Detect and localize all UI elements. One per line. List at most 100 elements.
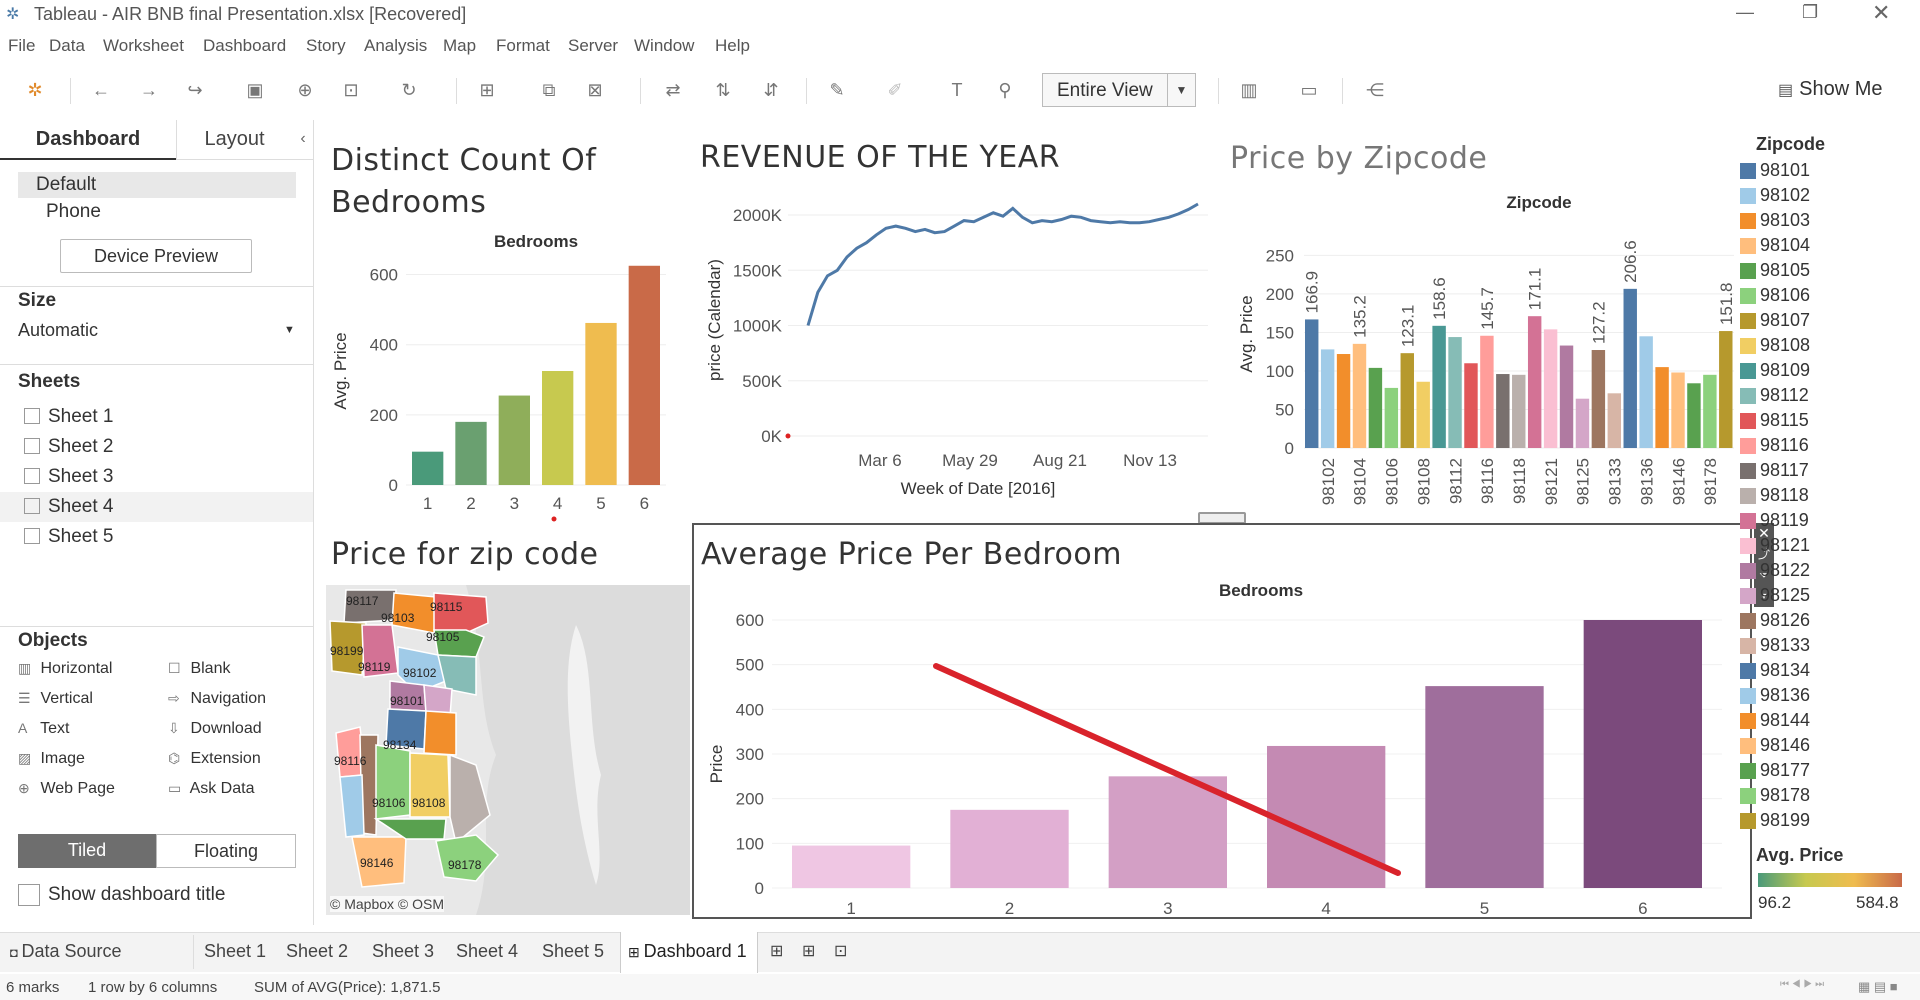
legend-item[interactable]: 98144: [1740, 710, 1810, 731]
object-navigation[interactable]: ⇨ Navigation: [168, 690, 266, 708]
group-icon[interactable]: ✐: [884, 80, 906, 101]
legend-item[interactable]: 98177: [1740, 760, 1810, 781]
floating-button[interactable]: Floating: [156, 834, 296, 868]
object-download[interactable]: ⇩ Download: [168, 720, 262, 738]
object-ask-data[interactable]: ▭ Ask Data: [168, 780, 254, 798]
menu-server[interactable]: Server: [568, 36, 618, 56]
object-web-page[interactable]: ⊕ Web Page: [18, 780, 115, 798]
minimize-button[interactable]: —: [1736, 2, 1754, 23]
tableau-icon[interactable]: ✲: [24, 80, 46, 101]
tab-sheet-5[interactable]: Sheet 5: [542, 941, 604, 962]
legend-item[interactable]: 98136: [1740, 685, 1810, 706]
undo-icon[interactable]: ←: [90, 80, 112, 101]
legend-item[interactable]: 98126: [1740, 610, 1810, 631]
presentation-mode-icon[interactable]: ▭: [1298, 80, 1320, 101]
sheet-item[interactable]: Sheet 4: [24, 496, 114, 518]
menu-help[interactable]: Help: [715, 36, 750, 56]
menu-dashboard[interactable]: Dashboard: [203, 36, 286, 56]
menu-data[interactable]: Data: [49, 36, 85, 56]
object-extension[interactable]: ⌬ Extension: [168, 750, 261, 768]
object-blank[interactable]: ☐ Blank: [168, 660, 230, 678]
tab-sheet-4[interactable]: Sheet 4: [456, 941, 518, 962]
tab-dashboard-1[interactable]: ⊞ Dashboard 1: [628, 941, 747, 962]
tab-layout[interactable]: Layout: [176, 120, 292, 160]
menu-file[interactable]: File: [8, 36, 35, 56]
new-dashboard-tab-icon[interactable]: ⊞: [802, 941, 815, 961]
legend-item[interactable]: 98122: [1740, 560, 1810, 581]
legend-item[interactable]: 98106: [1740, 285, 1810, 306]
device-phone[interactable]: Phone: [46, 201, 101, 223]
new-worksheet-icon[interactable]: ⊞: [476, 80, 498, 101]
save-icon[interactable]: ▣: [244, 80, 266, 101]
restore-button[interactable]: ❐: [1802, 2, 1818, 23]
legend-item[interactable]: 98121: [1740, 535, 1810, 556]
device-default[interactable]: Default: [18, 172, 296, 198]
highlight-icon[interactable]: ✎: [826, 80, 848, 101]
page-nav-icon[interactable]: ⏮ ◀ ▶ ⏭: [1780, 979, 1824, 990]
legend-item[interactable]: 98116: [1740, 435, 1809, 456]
tiled-button[interactable]: Tiled: [18, 834, 156, 868]
refresh-icon[interactable]: ↻: [398, 80, 420, 101]
replay-icon[interactable]: ↪: [184, 80, 206, 101]
object-image[interactable]: ▨ Image: [18, 750, 85, 768]
legend-item[interactable]: 98107: [1740, 310, 1810, 331]
size-dropdown[interactable]: Automatic ▼: [18, 320, 298, 346]
view-mode-icon[interactable]: ▦ ▤ ■: [1858, 979, 1898, 995]
legend-item[interactable]: 98133: [1740, 635, 1810, 656]
device-preview-button[interactable]: Device Preview: [60, 239, 252, 273]
sort-descending-icon[interactable]: ⇵: [760, 80, 782, 101]
legend-item[interactable]: 98102: [1740, 185, 1810, 206]
collapse-pane-icon[interactable]: ‹: [292, 120, 314, 160]
show-cards-icon[interactable]: ▥: [1238, 80, 1260, 101]
legend-item[interactable]: 98115: [1740, 410, 1809, 431]
tab-sheet-3[interactable]: Sheet 3: [372, 941, 434, 962]
pause-updates-icon[interactable]: ⊡: [340, 80, 362, 101]
menu-window[interactable]: Window: [634, 36, 694, 56]
legend-item[interactable]: 98178: [1740, 785, 1810, 806]
object-vertical[interactable]: ☰ Vertical: [18, 690, 93, 708]
sheet-item[interactable]: Sheet 1: [24, 406, 114, 428]
legend-item[interactable]: 98199: [1740, 810, 1810, 831]
share-icon[interactable]: ⋲: [1364, 80, 1386, 101]
tab-sheet-2[interactable]: Sheet 2: [286, 941, 348, 962]
legend-item[interactable]: 98103: [1740, 210, 1810, 231]
fix-axes-icon[interactable]: ⚲: [994, 80, 1016, 101]
duplicate-icon[interactable]: ⧉: [538, 80, 560, 101]
legend-item[interactable]: 98104: [1740, 235, 1810, 256]
tab-sheet-1[interactable]: Sheet 1: [204, 941, 266, 962]
menu-format[interactable]: Format: [496, 36, 550, 56]
legend-item[interactable]: 98109: [1740, 360, 1810, 381]
legend-item[interactable]: 98125: [1740, 585, 1810, 606]
close-button[interactable]: ✕: [1872, 0, 1890, 26]
sort-ascending-icon[interactable]: ⇅: [712, 80, 734, 101]
object-text[interactable]: A Text: [18, 720, 70, 738]
legend-item[interactable]: 98118: [1740, 485, 1809, 506]
show-title-checkbox[interactable]: [18, 884, 40, 906]
legend-item[interactable]: 98117: [1740, 460, 1809, 481]
swap-icon[interactable]: ⇄: [662, 80, 684, 101]
menu-map[interactable]: Map: [443, 36, 476, 56]
tab-data-source[interactable]: ◘ Data Source: [10, 941, 122, 962]
menu-analysis[interactable]: Analysis: [364, 36, 427, 56]
tab-dashboard[interactable]: Dashboard: [0, 120, 176, 160]
object-horizontal[interactable]: ▥ Horizontal: [18, 660, 112, 678]
legend-item[interactable]: 98101: [1740, 160, 1810, 181]
legend-item[interactable]: 98119: [1740, 510, 1809, 531]
legend-item[interactable]: 98112: [1740, 385, 1809, 406]
sheet-item[interactable]: Sheet 5: [24, 526, 114, 548]
new-worksheet-tab-icon[interactable]: ⊞: [770, 941, 783, 961]
menu-story[interactable]: Story: [306, 36, 346, 56]
clear-sheet-icon[interactable]: ⊠: [584, 80, 606, 101]
fit-dropdown[interactable]: Entire View ▼: [1042, 73, 1196, 107]
legend-item[interactable]: 98134: [1740, 660, 1810, 681]
legend-item[interactable]: 98146: [1740, 735, 1810, 756]
menu-worksheet[interactable]: Worksheet: [103, 36, 184, 56]
legend-item[interactable]: 98108: [1740, 335, 1810, 356]
new-datasource-icon[interactable]: ⊕: [294, 80, 316, 101]
legend-item[interactable]: 98105: [1740, 260, 1810, 281]
new-story-tab-icon[interactable]: ⊡: [834, 941, 847, 961]
labels-icon[interactable]: T: [946, 80, 968, 101]
show-me-button[interactable]: ▤ Show Me: [1778, 78, 1883, 101]
sheet-item[interactable]: Sheet 2: [24, 436, 114, 458]
sheet-item[interactable]: Sheet 3: [24, 466, 114, 488]
